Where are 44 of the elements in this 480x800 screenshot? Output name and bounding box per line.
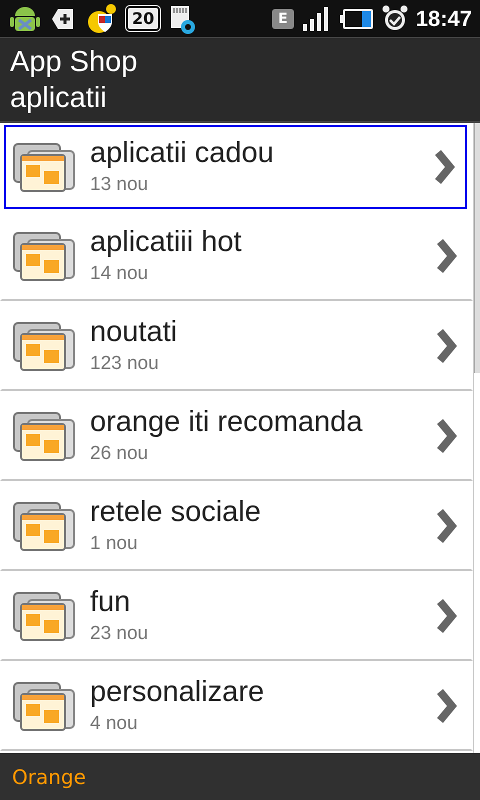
category-item[interactable]: personalizare 4 nou [0,661,473,751]
item-title: aplicatiii hot [90,225,243,260]
chevron-right-icon [435,689,457,723]
app-title: App Shop [10,45,138,80]
item-title: personalizare [90,675,266,710]
category-item[interactable]: aplicatiii hot 14 nou [0,211,473,301]
scrollbar[interactable] [473,123,480,753]
item-title: noutati [90,315,178,350]
windows-icon [12,230,76,282]
category-item[interactable]: fun 23 nou [0,571,473,661]
new-count: 14 nou [90,262,150,286]
category-item[interactable]: aplicatii cadou 13 nou [4,125,467,209]
new-count: 13 nou [90,173,150,197]
clock-time: 18:47 [416,6,472,32]
network-type: E [272,8,294,28]
category-item[interactable]: noutati 123 nou [0,301,473,391]
new-count: 26 nou [90,442,150,466]
new-count: 123 nou [90,352,160,376]
chevron-right-icon [435,239,457,273]
item-title: aplicatii cadou [90,136,275,171]
category-item[interactable]: orange iti recomanda 26 nou [0,391,473,481]
windows-icon [12,410,76,462]
windows-icon [12,680,76,732]
item-title: retele sociale [90,495,262,530]
section-title: aplicatii [10,81,108,116]
alarm-clock-icon [382,4,408,32]
windows-icon [12,141,76,193]
carrier-label: Orange [12,764,86,788]
battery-icon [340,8,374,30]
notification-count: 20 [126,6,160,31]
new-count: 4 nou [90,712,139,736]
item-title: fun [90,585,132,620]
new-count: 1 nou [90,532,139,556]
new-count: 23 nou [90,622,150,646]
chevron-right-icon [435,509,457,543]
chevron-right-icon [435,329,457,363]
item-title: orange iti recomanda [90,405,364,440]
windows-icon [12,500,76,552]
chevron-right-icon [433,150,455,184]
category-item[interactable]: retele sociale 1 nou [0,481,473,571]
chevron-right-icon [435,599,457,633]
windows-icon [12,320,76,372]
chevron-right-icon [435,419,457,453]
windows-icon [12,590,76,642]
